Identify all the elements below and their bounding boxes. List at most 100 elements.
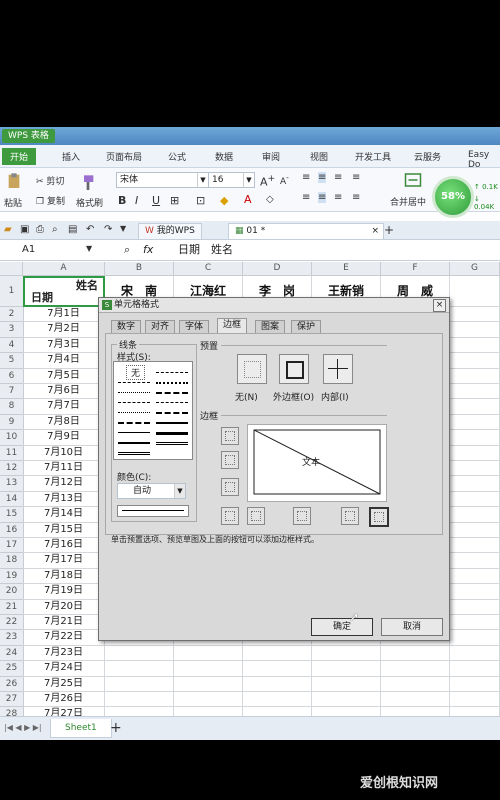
empty-cell[interactable] [450,307,500,323]
line-style-option[interactable] [156,412,188,414]
column-header[interactable]: F [381,262,450,276]
underline-button[interactable]: U [152,194,160,207]
date-cell[interactable]: 7月14日 [23,507,105,523]
indent-button[interactable]: ≡ [352,192,360,203]
empty-cell[interactable] [105,692,174,708]
empty-cell[interactable] [450,553,500,569]
font-size-select[interactable]: 16 ▼ [208,172,255,188]
date-cell[interactable]: 7月26日 [23,692,105,708]
cell-a1[interactable]: 姓名 日期 [23,276,105,307]
formula-input[interactable]: 日期 姓名 [178,242,233,257]
date-cell[interactable]: 7月6日 [23,384,105,400]
row-header[interactable]: 15 [0,507,24,523]
empty-cell[interactable] [312,676,381,692]
empty-cell[interactable] [450,491,500,508]
empty-cell[interactable] [381,661,450,677]
empty-cell[interactable] [243,676,312,692]
cancel-button[interactable]: 取消 [381,618,443,636]
column-header[interactable]: A [23,262,105,276]
empty-cell[interactable] [450,337,500,354]
sheet-nav-arrows[interactable]: |◀ ◀ ▶ ▶| [4,723,42,732]
line-style-option[interactable] [118,412,150,413]
copy-button[interactable]: ❐ 复制 [36,194,65,207]
empty-cell[interactable] [450,414,500,431]
date-cell[interactable]: 7月24日 [23,661,105,677]
date-cell[interactable]: 7月23日 [23,645,105,662]
preset-inside-button[interactable] [323,354,353,384]
date-cell[interactable]: 7月3日 [23,337,105,354]
empty-cell[interactable] [450,430,500,446]
line-style-option[interactable] [118,382,150,383]
tab-alignment[interactable]: 对齐 [145,320,176,334]
bold-button[interactable]: B [118,194,126,207]
row-header[interactable]: 17 [0,538,24,554]
merge-borders-button[interactable]: ⊡ [196,194,205,207]
borders-button[interactable]: ⊞ [170,194,179,207]
row-header[interactable]: 2 [0,307,24,323]
fill-color-button[interactable]: ◆ [220,194,228,207]
row-header[interactable]: 27 [0,692,24,708]
zoom-icon[interactable]: ⌕ [124,243,130,257]
row-header[interactable]: 3 [0,322,24,338]
empty-cell[interactable] [243,692,312,708]
format-painter-button[interactable] [80,174,96,190]
clear-button[interactable]: ◇ [266,194,274,205]
font-name-select[interactable]: 宋体 ▼ [116,172,209,188]
line-style-option[interactable] [156,372,188,373]
doc-icon[interactable]: ▤ [68,224,77,235]
border-diagonal-down-button[interactable] [369,507,389,527]
date-cell[interactable]: 7月15日 [23,522,105,538]
row-header[interactable]: 18 [0,553,24,569]
sheet-tab[interactable]: Sheet1 [50,719,112,738]
date-cell[interactable]: 7月10日 [23,445,105,461]
select-all-corner[interactable] [0,262,23,276]
empty-cell[interactable] [450,599,500,615]
format-painter-label[interactable]: 格式刷 [76,196,103,209]
menu-insert[interactable]: 插入 [62,150,80,163]
ok-button[interactable]: 确定 [311,618,373,636]
line-style-option[interactable] [156,392,188,394]
align-middle-button[interactable]: ≡ [318,172,327,183]
menu-home[interactable]: 开始 [2,148,37,165]
empty-cell[interactable] [243,661,312,677]
line-style-option[interactable] [156,422,188,424]
empty-cell[interactable] [312,692,381,708]
empty-cell[interactable] [450,615,500,631]
save-icon[interactable]: ▣ [20,224,29,235]
cut-button[interactable]: ✂ 剪切 [36,174,64,187]
column-header[interactable]: B [105,262,174,276]
redo-icon[interactable]: ↷ [104,224,112,235]
date-cell[interactable]: 7月19日 [23,584,105,600]
date-cell[interactable]: 7月20日 [23,599,105,615]
line-style-option[interactable] [118,442,150,444]
menu-data[interactable]: 数据 [215,150,233,163]
line-style-option[interactable] [156,442,188,445]
empty-cell[interactable] [450,384,500,400]
row-header[interactable]: 12 [0,461,24,477]
empty-cell[interactable] [450,353,500,369]
empty-cell[interactable] [312,661,381,677]
empty-cell[interactable] [450,445,500,461]
align-top-button[interactable]: ≡ [302,172,310,183]
app-title[interactable]: WPS 表格 [2,129,55,143]
line-style-option[interactable] [156,382,188,384]
date-cell[interactable]: 7月4日 [23,353,105,369]
empty-cell[interactable] [450,522,500,538]
tab-pattern[interactable]: 图案 [255,320,286,334]
line-style-option[interactable] [118,432,150,433]
empty-cell[interactable] [174,692,243,708]
row-header[interactable]: 1 [0,276,24,307]
date-cell[interactable]: 7月12日 [23,476,105,492]
close-icon[interactable]: × [433,299,446,312]
row-header[interactable]: 19 [0,568,24,585]
row-header[interactable]: 8 [0,399,24,415]
chevron-down-icon[interactable]: ▼ [86,244,92,253]
row-header[interactable]: 23 [0,630,24,646]
date-cell[interactable]: 7月21日 [23,615,105,631]
menu-easydo[interactable]: Easy Do [468,150,500,170]
menu-view[interactable]: 视图 [310,150,328,163]
date-cell[interactable]: 7月5日 [23,368,105,384]
row-header[interactable]: 24 [0,645,24,662]
align-center-button[interactable]: ≡ [318,192,327,203]
close-icon[interactable]: × [371,224,379,239]
